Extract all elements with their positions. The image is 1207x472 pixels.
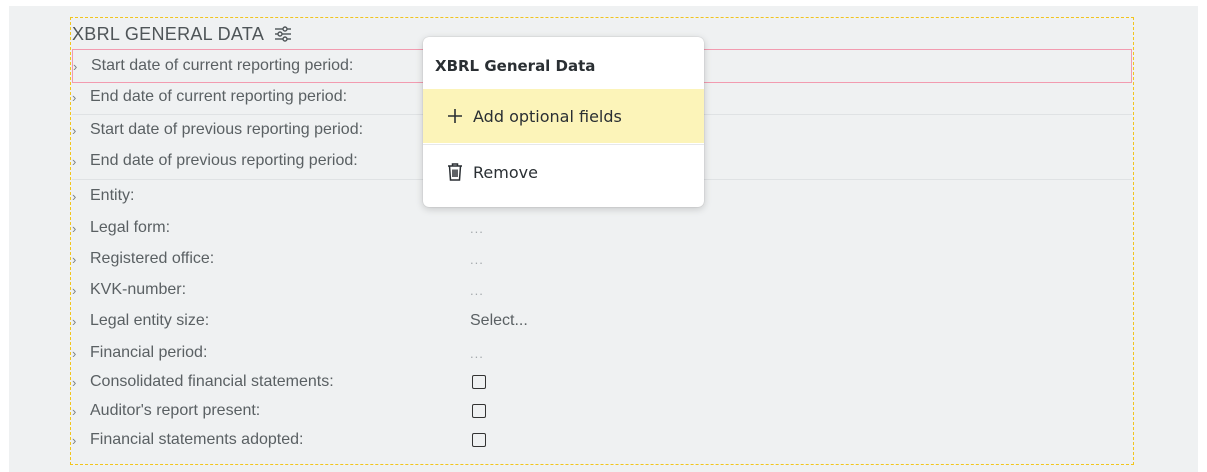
add-optional-fields-label: Add optional fields [473, 106, 622, 126]
row-label: Registered office: [90, 250, 215, 267]
chevron-right-icon[interactable]: › [72, 375, 90, 390]
legal-entity-size-select[interactable]: Select... [470, 312, 528, 330]
row-label: Entity: [90, 187, 135, 204]
row-legal-entity-size[interactable]: › Legal entity size: Select... [72, 308, 1132, 334]
row-registered-office[interactable]: › Registered office: ... [72, 246, 1132, 272]
context-menu-title: XBRL General Data [435, 57, 596, 75]
consolidated-statements-checkbox[interactable] [472, 375, 486, 389]
row-label: End date of current reporting period: [90, 88, 348, 105]
row-legal-form[interactable]: › Legal form: ... [72, 215, 1132, 241]
row-financial-period[interactable]: › Financial period: ... [72, 340, 1132, 366]
row-label: Consolidated financial statements: [90, 373, 334, 390]
sliders-icon[interactable] [274, 25, 292, 43]
row-consolidated-statements[interactable]: › Consolidated financial statements: [72, 369, 1132, 395]
row-auditors-report[interactable]: › Auditor's report present: [72, 398, 1132, 424]
chevron-right-icon[interactable]: › [72, 283, 90, 298]
row-label: Financial statements adopted: [90, 431, 304, 448]
section-title: XBRL GENERAL DATA [72, 23, 265, 44]
row-label: Legal form: [90, 219, 171, 236]
legal-form-value[interactable]: ... [470, 221, 484, 236]
plus-icon [445, 106, 465, 126]
chevron-right-icon[interactable]: › [72, 404, 90, 419]
remove-label: Remove [473, 162, 538, 182]
auditors-report-checkbox[interactable] [472, 404, 486, 418]
row-label: Start date of previous reporting period: [90, 121, 364, 138]
row-kvk-number[interactable]: › KVK-number: ... [72, 277, 1132, 303]
context-menu: XBRL General Data Add optional fields Re… [423, 37, 704, 207]
row-label: Financial period: [90, 344, 208, 361]
chevron-right-icon[interactable]: › [73, 59, 91, 74]
row-label: Legal entity size: [90, 312, 210, 329]
chevron-right-icon[interactable]: › [72, 189, 90, 204]
chevron-right-icon[interactable]: › [72, 221, 90, 236]
chevron-right-icon[interactable]: › [72, 346, 90, 361]
chevron-right-icon[interactable]: › [72, 154, 90, 169]
registered-office-value[interactable]: ... [470, 252, 484, 267]
row-label: Auditor's report present: [90, 402, 261, 419]
chevron-right-icon[interactable]: › [72, 90, 90, 105]
row-statements-adopted[interactable]: › Financial statements adopted: [72, 427, 1132, 453]
row-label: End date of previous reporting period: [90, 152, 358, 169]
chevron-right-icon[interactable]: › [72, 433, 90, 448]
chevron-right-icon[interactable]: › [72, 314, 90, 329]
chevron-right-icon[interactable]: › [72, 252, 90, 267]
financial-period-value[interactable]: ... [470, 346, 484, 361]
kvk-number-value[interactable]: ... [470, 283, 484, 298]
chevron-right-icon[interactable]: › [72, 123, 90, 138]
row-label: KVK-number: [90, 281, 187, 298]
remove-item[interactable]: Remove [423, 145, 704, 199]
add-optional-fields-item[interactable]: Add optional fields [423, 89, 704, 143]
section-header: XBRL GENERAL DATA [72, 22, 292, 46]
trash-icon [445, 162, 465, 182]
statements-adopted-checkbox[interactable] [472, 433, 486, 447]
row-label: Start date of current reporting period: [91, 57, 354, 74]
